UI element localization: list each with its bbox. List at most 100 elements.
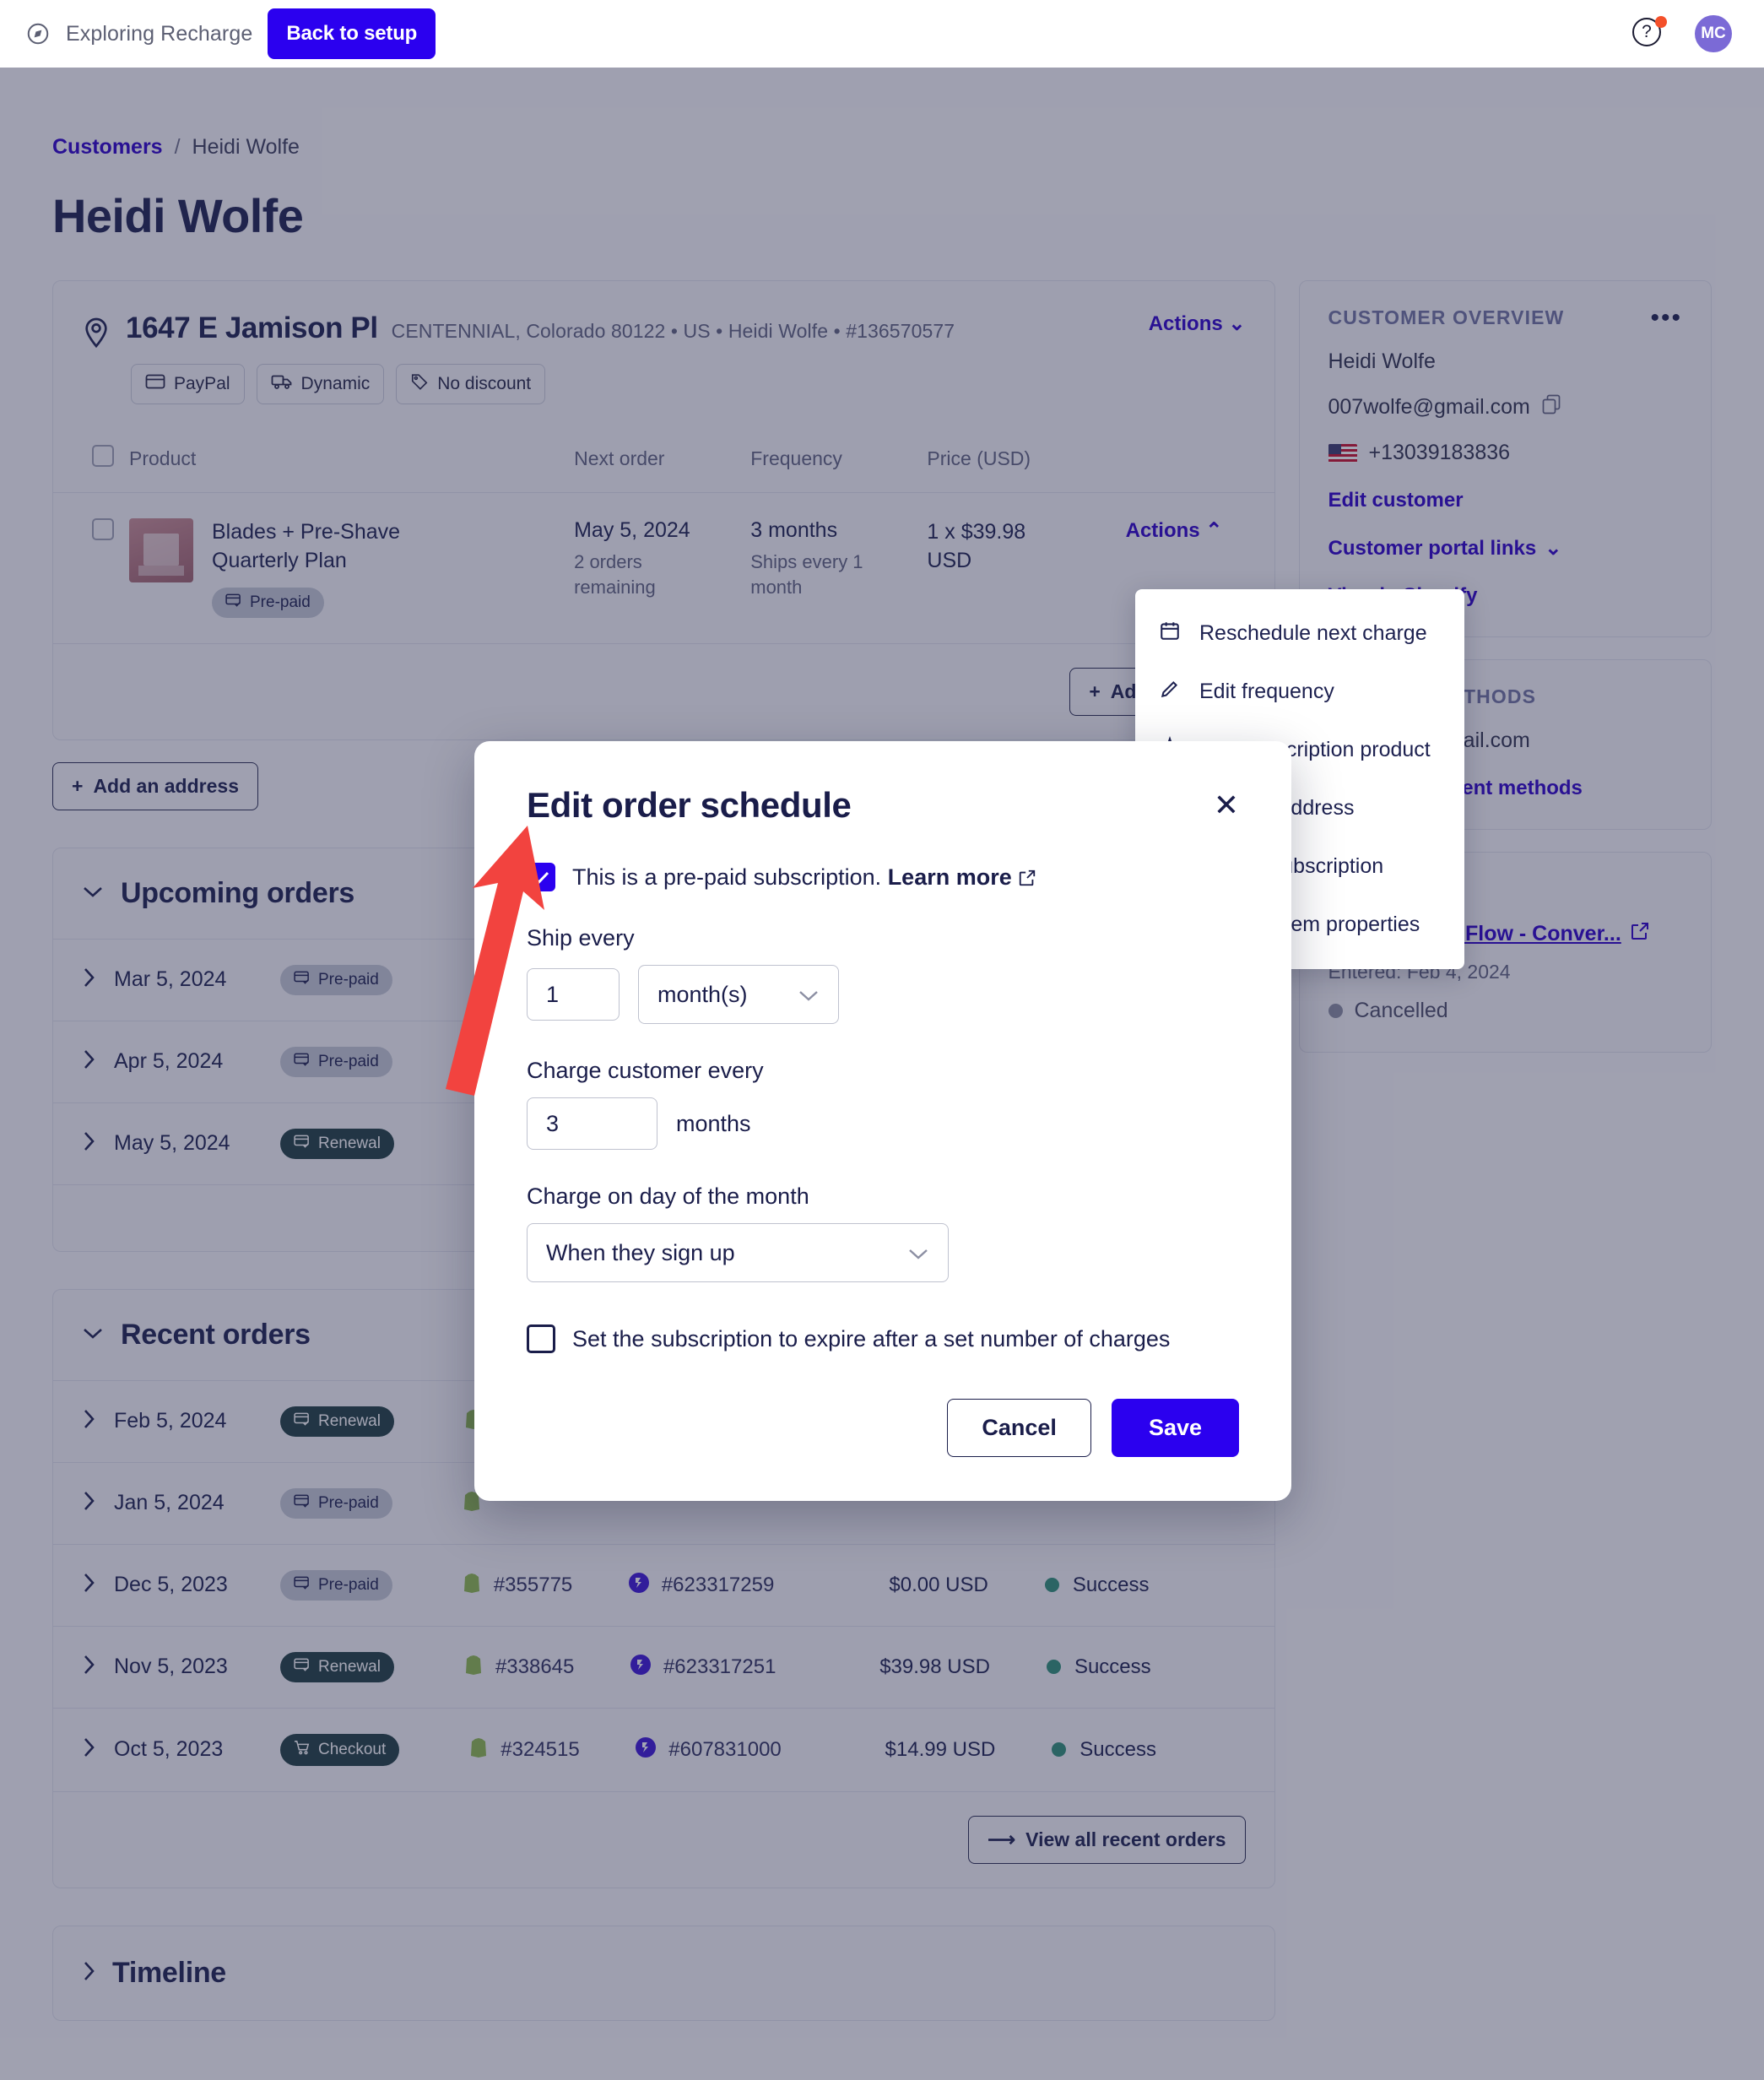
row-checkbox[interactable] [92, 518, 114, 540]
recharge-order-cell: #623317259 [628, 1572, 822, 1598]
expire-checkbox-row: Set the subscription to expire after a s… [527, 1324, 1239, 1353]
order-date: Apr 5, 2024 [114, 1049, 224, 1073]
order-status: Success [1052, 1738, 1156, 1762]
credit-card-check-icon [225, 593, 242, 612]
calendar-icon [1159, 620, 1181, 647]
add-address-button[interactable]: + Add an address [52, 761, 258, 810]
shopify-order-id: #324515 [501, 1737, 580, 1761]
copy-icon[interactable] [1542, 394, 1561, 420]
more-options-icon[interactable]: ••• [1650, 306, 1682, 331]
row-actions-button[interactable]: Actions ⌃ [1126, 519, 1223, 542]
customer-email-row: 007wolfe@gmail.com [1328, 394, 1683, 420]
col-next-order: Next order [574, 430, 751, 493]
tag-icon [410, 372, 429, 396]
chevron-right-icon [82, 1048, 95, 1075]
compass-icon [25, 21, 51, 46]
recharge-order-cell: #607831000 [635, 1736, 829, 1763]
product-name: Blades + Pre-Shave Quarterly Plan [212, 520, 401, 572]
recharge-order-id: #623317251 [663, 1655, 776, 1678]
flow-status-text: Cancelled [1354, 999, 1448, 1022]
recharge-icon [628, 1572, 650, 1598]
ship-every-unit-select[interactable]: month(s) [638, 965, 839, 1024]
breadcrumb-customers-link[interactable]: Customers [52, 135, 163, 160]
status-badge: Renewal [280, 1128, 394, 1159]
order-date: Oct 5, 2023 [114, 1737, 224, 1761]
address-title: 1647 E Jamison Pl [126, 311, 378, 344]
help-button[interactable]: ? [1632, 16, 1667, 50]
chevron-down-icon [907, 1240, 929, 1266]
top-bar-left: Exploring Recharge Back to setup [25, 8, 436, 59]
price-value: 1 x $39.98 USD [927, 520, 1026, 572]
order-status: Success [1046, 1655, 1151, 1679]
list-item[interactable]: Nov 5, 2023 Renewal #338645 #623317251 $… [53, 1627, 1274, 1709]
view-all-recent-orders-button[interactable]: ⟶ View all recent orders [968, 1815, 1246, 1864]
shopify-order-id: #338645 [495, 1655, 575, 1678]
price-cell: 1 x $39.98 USD [927, 492, 1092, 644]
charge-every-unit-label: months [676, 1110, 751, 1136]
credit-card-check-icon [294, 1135, 311, 1153]
prepaid-checkbox[interactable] [527, 863, 555, 891]
customer-name: Heidi Wolfe [1328, 349, 1436, 373]
col-product: Product [129, 430, 575, 493]
shopify-order-cell: #355775 [462, 1572, 609, 1598]
edit-customer-link[interactable]: Edit customer [1328, 489, 1683, 512]
next-order-sub: 2 orders remaining [574, 551, 656, 598]
chevron-down-icon: ⌄ [1545, 537, 1562, 560]
shopify-icon [463, 1654, 484, 1680]
chip-paypal[interactable]: PayPal [131, 364, 245, 404]
address-chips: PayPal Dynamic No discount [53, 349, 1274, 430]
us-flag-icon [1328, 443, 1357, 463]
chip-dynamic[interactable]: Dynamic [256, 364, 385, 404]
list-item[interactable]: Oct 5, 2023 Checkout #324515 #607831000 … [53, 1709, 1274, 1792]
pencil-icon [1159, 678, 1181, 706]
order-price: $0.00 USD [889, 1573, 988, 1596]
chip-label: PayPal [174, 374, 230, 393]
close-icon[interactable]: ✕ [1214, 790, 1239, 821]
credit-card-check-icon [294, 971, 311, 989]
col-frequency: Frequency [750, 430, 928, 493]
section-title: Upcoming orders [121, 876, 354, 909]
expire-checkbox[interactable] [527, 1324, 555, 1353]
ship-every-label: Ship every [527, 925, 635, 951]
chip-no-discount[interactable]: No discount [396, 364, 546, 404]
learn-more-link[interactable]: Learn more [888, 864, 1012, 890]
order-date: Feb 5, 2024 [114, 1409, 227, 1433]
status-text: Success [1074, 1655, 1151, 1678]
top-bar-right: ? MC [1632, 15, 1739, 52]
select-all-checkbox[interactable] [92, 445, 114, 467]
recharge-icon [635, 1736, 657, 1763]
customer-overview-header: CUSTOMER OVERVIEW ••• [1328, 306, 1683, 331]
address-actions-button[interactable]: Actions ⌄ [1149, 311, 1246, 336]
charge-every-input[interactable]: 3 [527, 1097, 657, 1150]
arrow-right-icon: ⟶ [988, 1828, 1016, 1850]
flow-status: Cancelled [1328, 999, 1683, 1023]
customer-portal-links-toggle[interactable]: Customer portal links ⌄ [1328, 536, 1683, 561]
chevron-down-icon [82, 1326, 104, 1344]
app-root: Exploring Recharge Back to setup ? MC Cu… [0, 0, 1764, 2080]
avatar[interactable]: MC [1695, 15, 1732, 52]
customer-phone-row: +13039183836 [1328, 441, 1683, 465]
back-to-setup-button[interactable]: Back to setup [268, 8, 436, 59]
notification-dot-icon [1655, 16, 1667, 28]
save-button[interactable]: Save [1111, 1399, 1239, 1457]
list-item[interactable]: Dec 5, 2023 Pre-paid #355775 #623317259 [53, 1545, 1274, 1627]
credit-card-check-icon [294, 1658, 311, 1676]
address-title-wrap: 1647 E Jamison Pl CENTENNIAL, Colorado 8… [126, 311, 955, 345]
status-badge: Pre-paid [212, 587, 324, 618]
plus-icon: + [72, 774, 84, 797]
external-link-icon [1630, 921, 1650, 947]
chevron-down-icon [82, 885, 104, 902]
menu-item-reschedule-next-charge[interactable]: Reschedule next charge [1135, 604, 1464, 663]
charge-day-select[interactable]: When they sign up [527, 1223, 949, 1282]
col-actions [1091, 430, 1274, 493]
frequency-cell: 3 months Ships every 1 month [750, 492, 928, 644]
ship-every-row: 1 month(s) [527, 965, 1239, 1024]
modal-footer: Cancel Save [527, 1399, 1239, 1457]
ship-every-input[interactable]: 1 [527, 968, 620, 1021]
menu-item-edit-frequency[interactable]: Edit frequency [1135, 663, 1464, 721]
chevron-right-icon [82, 1572, 95, 1598]
timeline-card[interactable]: Timeline [52, 1925, 1275, 2021]
recent-orders-footer: ⟶ View all recent orders [53, 1792, 1274, 1888]
shopify-icon [468, 1736, 489, 1763]
cancel-button[interactable]: Cancel [947, 1399, 1091, 1457]
